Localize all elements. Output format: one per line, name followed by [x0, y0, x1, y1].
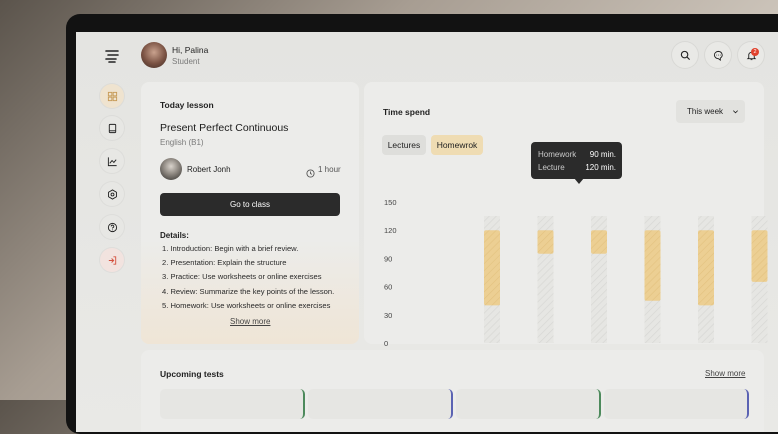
test-card[interactable] [604, 389, 749, 419]
user-greeting: Hi, Palina [172, 45, 209, 55]
app-screen: Hi, Palina Student 2 Today lesson Presen… [76, 32, 778, 432]
y-tick-label: 0 [384, 339, 388, 348]
lesson-duration: 1 hour [318, 165, 341, 174]
tooltip-homework-label: Homework [538, 150, 577, 159]
tooltip-homework-value: 90 min. [589, 150, 616, 159]
notification-badge: 2 [751, 48, 759, 56]
upcoming-tests-card: Upcoming tests Show more [141, 350, 764, 432]
search-icon [680, 50, 690, 60]
messages-button[interactable] [705, 42, 731, 68]
tooltip-lecture-value: 120 min. [585, 163, 616, 172]
sidebar-item-logout[interactable] [100, 248, 124, 272]
details-item: 2. Presentation: Explain the structure [162, 258, 287, 268]
chevron-down-icon [733, 110, 739, 114]
sidebar-item-dashboard[interactable] [100, 84, 124, 108]
sidebar-item-settings[interactable] [100, 182, 124, 206]
teacher-name: Robert Jonh [187, 165, 231, 174]
bar-3[interactable] [644, 230, 661, 301]
today-lesson-card: Today lesson Present Perfect Continuous … [141, 82, 359, 344]
bar-4[interactable] [698, 230, 714, 306]
time-spend-title: Time spend [383, 107, 431, 117]
clock-icon [306, 165, 315, 178]
y-tick-label: 150 [384, 198, 397, 207]
test-card[interactable] [160, 389, 305, 419]
tab-homework[interactable]: Homewrok [431, 135, 483, 155]
y-tick-label: 90 [384, 254, 392, 263]
grid-icon [107, 91, 117, 101]
logout-icon [108, 255, 116, 265]
details-item: 4. Review: Summarize the key points of t… [162, 286, 335, 296]
details-item: 1. Introduction: Begin with a brief revi… [162, 244, 299, 253]
bar-5[interactable] [751, 230, 768, 282]
notifications-button[interactable] [738, 42, 764, 68]
y-tick-label: 30 [384, 311, 392, 320]
chart-icon [107, 156, 117, 166]
chat-icon [713, 50, 723, 61]
go-to-class-button[interactable]: Go to class [160, 193, 340, 216]
search-button[interactable] [672, 42, 698, 68]
details-item: 5. Homework: Use worksheets or online ex… [162, 300, 331, 310]
sidebar-item-stats[interactable] [100, 149, 124, 173]
bar-2[interactable] [591, 230, 607, 254]
lesson-heading: Today lesson [160, 100, 214, 110]
tooltip-pointer [574, 178, 584, 184]
y-tick-label: 60 [384, 283, 392, 292]
logo-icon[interactable] [104, 48, 120, 64]
y-tick-label: 120 [384, 226, 397, 235]
help-icon [107, 222, 117, 232]
period-select[interactable]: This week [676, 100, 745, 123]
bar-1[interactable] [537, 230, 554, 254]
sidebar-item-book[interactable] [100, 116, 124, 140]
details-heading: Details: [160, 231, 189, 240]
time-chart: 0306090120150MTWTFSS [384, 198, 768, 365]
sidebar-item-help[interactable] [100, 215, 124, 239]
tooltip-lecture-label: Lecture [538, 163, 565, 172]
test-card[interactable] [456, 389, 601, 419]
book-icon [108, 123, 116, 133]
period-select-value: This week [687, 107, 724, 116]
settings-icon [107, 188, 117, 200]
avatar[interactable] [141, 42, 167, 68]
upcoming-title: Upcoming tests [160, 369, 224, 379]
chart-tooltip: Homework 90 min. Lecture 120 min. [531, 142, 622, 179]
bar-0[interactable] [484, 230, 500, 306]
upcoming-show-more-link[interactable]: Show more [705, 369, 745, 378]
test-card[interactable] [308, 389, 453, 419]
teacher-avatar [160, 158, 182, 180]
lesson-show-more-link[interactable]: Show more [230, 317, 270, 326]
details-item: 3. Practice: Use worksheets or online ex… [162, 272, 322, 282]
details-list: 1. Introduction: Begin with a brief revi… [162, 244, 334, 315]
user-role: Student [172, 57, 200, 66]
lesson-title: Present Perfect Continuous [160, 122, 289, 134]
lesson-level: English (B1) [160, 138, 204, 147]
tab-lectures[interactable]: Lectures [382, 135, 426, 155]
